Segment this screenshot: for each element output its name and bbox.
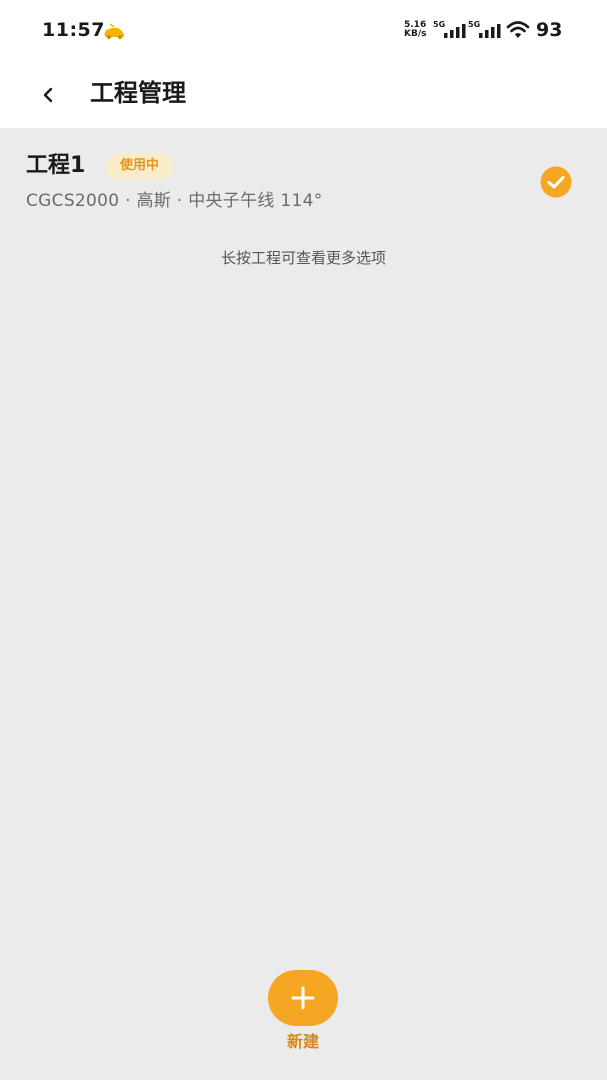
car-notification-icon	[104, 23, 124, 39]
wifi-icon	[506, 21, 530, 38]
page-title: 工程管理	[90, 79, 186, 107]
app-header: 工程管理	[0, 62, 607, 128]
status-badge: 使用中	[106, 153, 174, 179]
new-project-label[interactable]: 新建	[253, 1031, 353, 1053]
signal-icon: 5G	[433, 20, 467, 40]
plus-icon	[291, 986, 315, 1010]
chevron-left-icon	[43, 87, 53, 103]
new-project-button[interactable]	[268, 970, 338, 1026]
hint-text: 长按工程可查看更多选项	[220, 249, 386, 267]
status-time: 11:57	[42, 19, 105, 41]
project-list-item[interactable]: 工程1 使用中 CGCS2000 · 高斯 · 中央子午线 114°	[0, 128, 607, 224]
network-speed: 5.16 KB/s	[404, 20, 427, 39]
project-name: 工程1	[26, 153, 86, 178]
project-meta: CGCS2000 · 高斯 · 中央子午线 114°	[26, 191, 323, 211]
check-circle-icon	[540, 166, 572, 198]
signal-icon: 5G	[468, 20, 502, 40]
battery-level: 93	[536, 19, 563, 41]
back-button[interactable]	[30, 77, 66, 113]
status-bar: 11:57 5.16 KB/s 5G 5G 93	[0, 0, 607, 62]
